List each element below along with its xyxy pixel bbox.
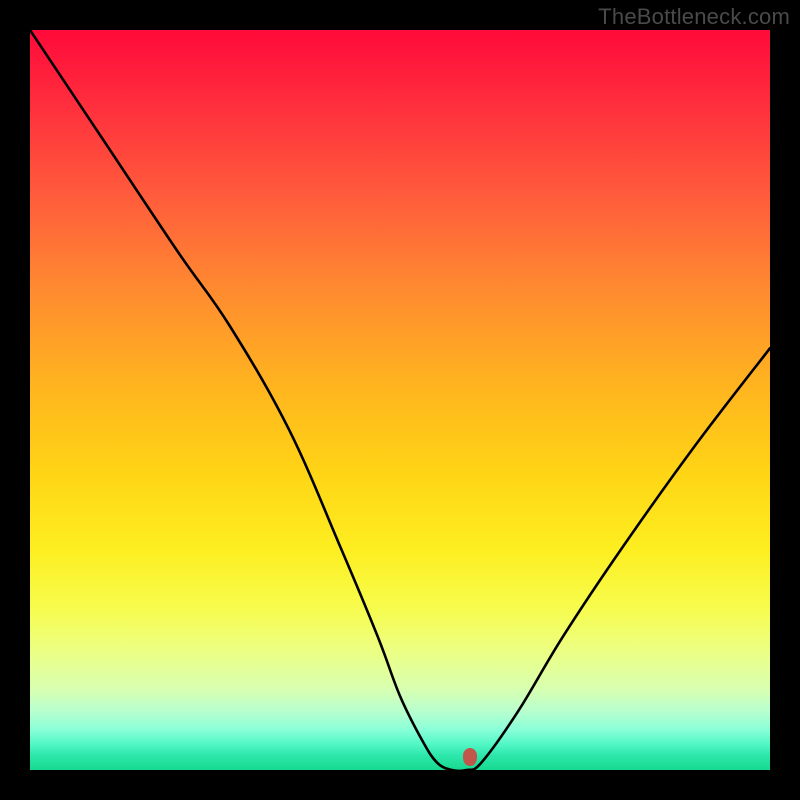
attribution-label: TheBottleneck.com [598,4,790,30]
plot-area [30,30,770,770]
chart-container: TheBottleneck.com [0,0,800,800]
optimum-marker [463,748,477,766]
bottleneck-curve [30,30,770,770]
